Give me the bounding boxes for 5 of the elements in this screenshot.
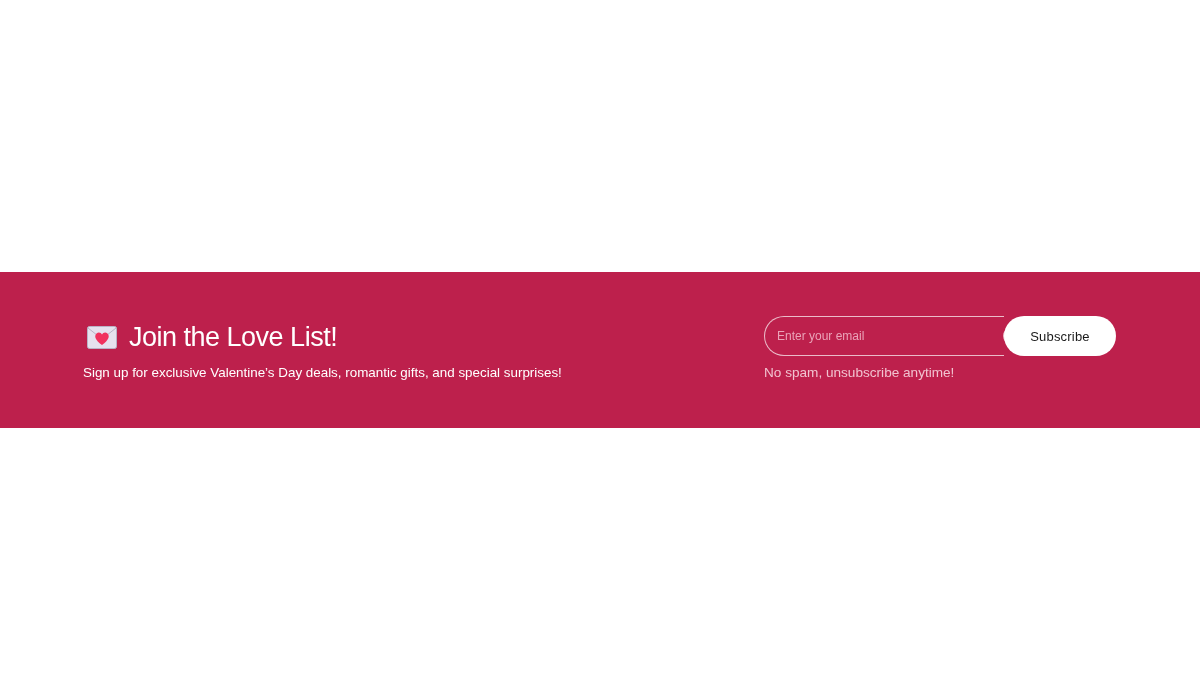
banner-title: Join the Love List! [129,321,338,354]
banner-description: Sign up for exclusive Valentine’s Day deals, romantic gifts, and special surprises! [83,364,562,382]
subscribe-button[interactable]: Subscribe [1004,316,1116,356]
email-input-field[interactable]: Enter your email [764,316,1004,356]
no-spam-note: No spam, unsubscribe anytime! [764,364,956,382]
